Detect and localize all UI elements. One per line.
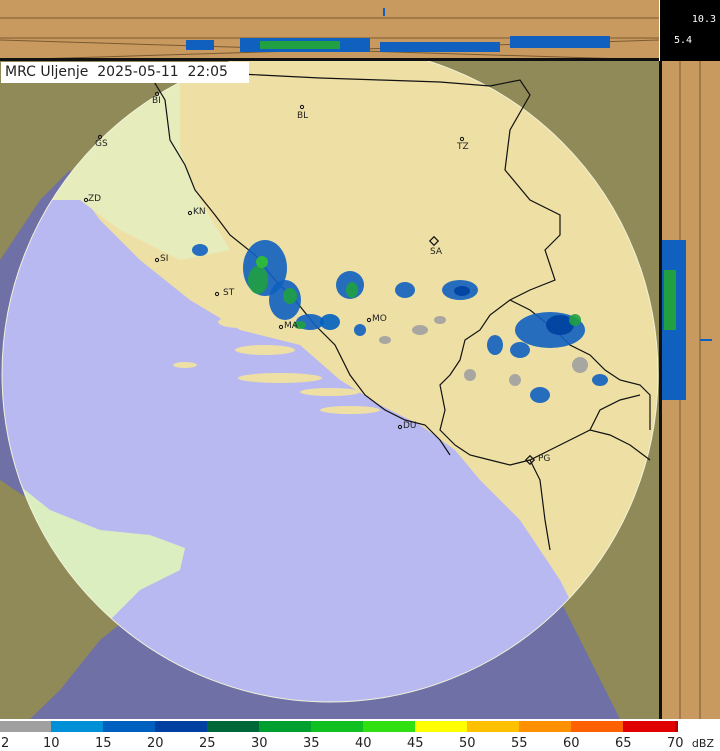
city-label-si: SI	[160, 254, 169, 264]
radar-echoes	[192, 240, 608, 403]
echo-cell	[412, 325, 428, 335]
legend-tick-label: 60	[563, 736, 580, 751]
city-label-st: ST	[223, 288, 235, 298]
city-label-du: DU	[403, 421, 417, 431]
legend-swatch	[259, 721, 311, 732]
city-label-bl: BL	[297, 111, 309, 121]
legend-swatch	[207, 721, 259, 732]
echo-cell	[510, 342, 530, 358]
legend-tick-label: 55	[511, 736, 528, 751]
city-label-pg: PG	[538, 454, 551, 464]
legend-tick-label: 20	[147, 736, 164, 751]
legend-tick-label: 30	[251, 736, 268, 751]
city-label-gs: GS	[95, 139, 108, 149]
radar-time: 22:05	[187, 64, 228, 80]
city-label-ma: MA	[284, 321, 298, 331]
legend-unit: dBZ	[691, 737, 714, 750]
echo-cell	[283, 288, 297, 304]
echo-cell	[530, 387, 550, 403]
altitude-mid-label: 5.4	[673, 35, 692, 46]
legend-swatch	[675, 721, 678, 732]
legend-swatch	[623, 721, 675, 732]
echo-cell	[248, 266, 268, 294]
echo-cell	[379, 336, 391, 344]
city-label-kn: KN	[193, 207, 206, 217]
echo-cell	[434, 316, 446, 324]
city-label-bi: BI	[152, 96, 161, 106]
legend-tick-label: 10	[43, 736, 60, 751]
echo-cell	[509, 374, 521, 386]
echo-cell	[320, 314, 340, 330]
echo-cell	[464, 369, 476, 381]
legend-swatch	[155, 721, 207, 732]
legend-swatch	[311, 721, 363, 732]
city-label-zd: ZD	[88, 194, 102, 204]
echo-cell	[487, 335, 503, 355]
echo-cell	[572, 357, 588, 373]
legend-swatch	[103, 721, 155, 732]
legend-swatch	[519, 721, 571, 732]
radar-title: MRC Uljenje 2025-05-11 22:05	[1, 62, 249, 83]
legend-swatch	[415, 721, 467, 732]
echo-cell	[592, 374, 608, 386]
legend-swatch	[51, 721, 103, 732]
legend-tick-label: 65	[615, 736, 632, 751]
legend-swatch	[363, 721, 415, 732]
echo-cell	[346, 282, 358, 298]
legend-swatch	[0, 721, 51, 732]
legend-swatch	[571, 721, 623, 732]
legend-tick-label: 40	[355, 736, 372, 751]
legend-tick-label: 35	[303, 736, 320, 751]
echo-cell	[192, 244, 208, 256]
legend-tick-label: 45	[407, 736, 424, 751]
echo-cell	[354, 324, 366, 336]
legend-tick-label: 70	[667, 736, 684, 751]
radar-view: MRC Uljenje 2025-05-11 22:05 10.3 5.4 BI…	[0, 0, 720, 751]
legend-tick-label: 50	[459, 736, 476, 751]
echo-cell	[256, 256, 268, 268]
legend-tick-label: 15	[95, 736, 112, 751]
legend-tick-label: 25	[199, 736, 216, 751]
legend-swatch	[467, 721, 519, 732]
city-label-sa: SA	[430, 247, 443, 257]
city-label-mo: MO	[372, 314, 387, 324]
echo-cell	[454, 286, 470, 296]
altitude-top-label: 10.3	[691, 14, 716, 25]
echo-cell	[569, 314, 581, 326]
radar-date: 2025-05-11	[97, 64, 179, 80]
echo-cell	[395, 282, 415, 298]
station-name: MRC Uljenje	[5, 64, 89, 80]
city-label-tz: TZ	[457, 142, 469, 152]
legend-tick-label: 2	[1, 736, 10, 751]
